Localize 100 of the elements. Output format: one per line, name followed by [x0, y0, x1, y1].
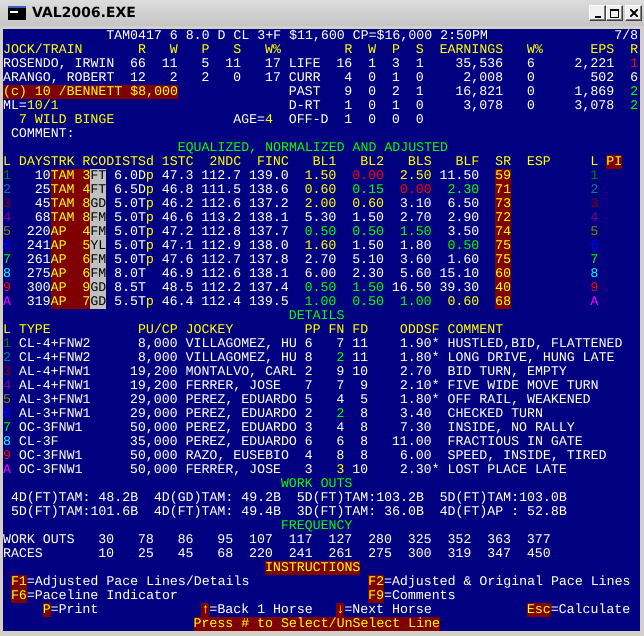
table-cell: 1.80: [400, 393, 432, 407]
stat-value: 2: [392, 85, 400, 99]
key-label: F1: [10, 575, 27, 589]
close-button[interactable]: [625, 5, 642, 21]
table-cell: RAZO, EUSEBIO: [186, 449, 289, 463]
row-label: WORK OUTS: [3, 533, 75, 547]
surface-cell: FM: [90, 267, 106, 281]
table-cell: 3: [304, 463, 313, 477]
column-header: W: [170, 43, 178, 57]
table-cell: 46.6: [162, 211, 194, 225]
key-description: =Adjusted Pace Lines/Details: [26, 575, 250, 589]
surface-cell: FM: [90, 225, 106, 239]
table-cell: 275: [368, 547, 392, 561]
table-cell: PEREZ, EDUARDO: [186, 435, 297, 449]
stat-value: 0: [416, 99, 424, 113]
table-cell: 25: [138, 547, 154, 561]
line-label: 7: [590, 253, 598, 267]
workout-entry: 5D(FT)TAM:103.2B: [296, 491, 424, 505]
workout-entry: 4D(FT)TAM: 49.4B: [154, 505, 282, 519]
stat-value: 11: [225, 57, 242, 71]
column-header: JOCKEY: [186, 323, 234, 337]
table-cell: 8,000: [138, 351, 178, 365]
line-label: 9: [3, 281, 11, 295]
table-cell: 5: [360, 393, 368, 407]
stat-value: 0: [368, 71, 376, 85]
column-header: BL2: [360, 155, 384, 169]
maximize-icon: [610, 8, 619, 18]
table-cell: 0.15: [352, 183, 384, 197]
table-cell: 19,200: [130, 379, 178, 393]
table-cell: 137.4: [248, 281, 289, 295]
table-cell: 0.50: [352, 295, 384, 309]
stat-value: 0: [416, 71, 424, 85]
surface-cell: FM: [90, 211, 106, 225]
favorite-mark: *: [432, 463, 440, 477]
table-cell: 319: [447, 547, 472, 561]
table-cell: 112.6: [201, 197, 242, 211]
table-cell: 7: [336, 337, 344, 351]
table-cell: 275: [26, 267, 51, 281]
race-class-cell: 9: [74, 281, 90, 295]
table-cell: 138.1: [248, 211, 289, 225]
key-label: ↑: [201, 603, 210, 617]
line-label: 1: [3, 169, 11, 183]
table-cell: 6.50: [447, 197, 480, 211]
column-header: BL1: [312, 155, 336, 169]
table-cell: MONTALVO, CARL: [186, 365, 297, 379]
speed-rating-cell: 68: [495, 295, 511, 309]
line-label: 9: [3, 449, 11, 463]
row-label: RACES: [3, 547, 43, 561]
section-heading: WORK OUTS: [280, 477, 352, 491]
table-cell: 325: [408, 533, 432, 547]
table-cell: 8.0T: [114, 267, 146, 281]
table-cell: 112.2: [201, 281, 242, 295]
table-cell: 347: [487, 547, 511, 561]
stat-value: 2: [170, 71, 178, 85]
stat-value: 4: [344, 71, 352, 85]
speed-rating-cell: 60: [495, 267, 511, 281]
workout-entry: 4D(GD)TAM: 49.2B: [154, 491, 282, 505]
table-cell: 1.60: [304, 239, 336, 253]
table-cell: 10: [34, 169, 51, 183]
track-cell: AP: [50, 281, 74, 295]
table-cell: 2.90: [447, 211, 480, 225]
line-label: 2: [3, 351, 11, 365]
section-heading: INSTRUCTIONS: [264, 561, 360, 575]
line-label: 2: [3, 183, 11, 197]
stat-value: 1: [392, 71, 400, 85]
table-cell: 1.50: [352, 281, 384, 295]
table-cell: 68: [217, 547, 234, 561]
stat-value: 0: [526, 85, 535, 99]
table-cell: p: [146, 295, 154, 309]
table-cell: 11: [352, 337, 368, 351]
table-cell: 6.5D: [114, 183, 146, 197]
stat-value: 11: [162, 57, 178, 71]
stat-value: 502: [590, 71, 614, 85]
table-cell: 2.50: [400, 169, 432, 183]
key-label: F6: [10, 589, 27, 603]
maximize-button[interactable]: [606, 5, 623, 21]
key-label: F2: [368, 575, 384, 589]
table-cell: p: [146, 211, 154, 225]
table-cell: 0.00: [400, 183, 432, 197]
column-header: RCODISTSd: [82, 155, 154, 169]
minimize-button[interactable]: [589, 5, 606, 21]
table-cell: 48.5: [162, 281, 194, 295]
table-cell: PEREZ, EDUARDO: [186, 407, 297, 421]
race-class-cell: 6: [74, 267, 90, 281]
table-cell: 50,000: [130, 463, 178, 477]
track-cell: AP: [50, 295, 74, 309]
table-cell: 139.0: [248, 169, 289, 183]
table-cell: OC-3FNW1: [18, 421, 82, 435]
stat-value: 1: [368, 57, 376, 71]
table-cell: 5.60: [400, 267, 432, 281]
table-cell: 112.7: [201, 253, 242, 267]
surface-cell: FT: [90, 183, 106, 197]
table-cell: 5.0T: [114, 225, 146, 239]
column-header: FD: [352, 323, 368, 337]
column-header: FINC: [257, 155, 289, 169]
column-header: R: [344, 43, 352, 57]
stat-value: 16: [336, 57, 352, 71]
race-class-cell: 6: [74, 253, 90, 267]
stat-value: 1: [416, 85, 424, 99]
table-cell: 19,200: [130, 365, 178, 379]
